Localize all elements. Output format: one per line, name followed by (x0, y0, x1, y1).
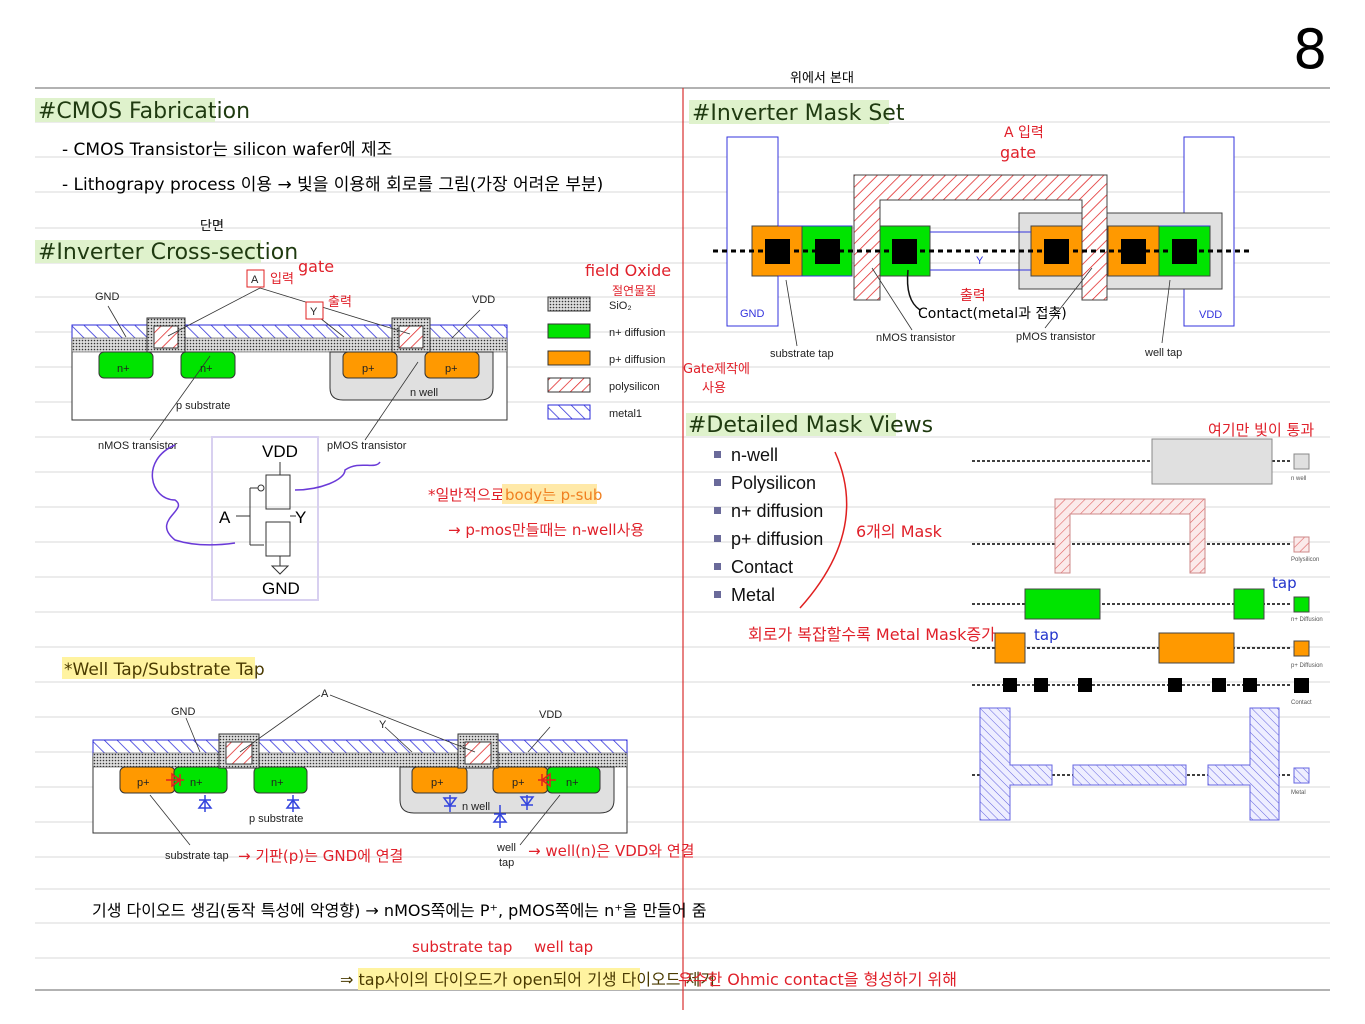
mask-views (972, 438, 1310, 821)
insulator-note: 절연물질 (612, 284, 656, 298)
body-note-highlight: body는 p-sub (505, 486, 602, 504)
mask-item-n-well: n-well (731, 445, 778, 465)
fabrication-bullet: - Lithograpy process 이용 → 빛을 이용해 회로를 그림(… (62, 175, 603, 195)
legend-contact: Contact (1291, 700, 1312, 706)
tap-label: tap (499, 857, 514, 869)
ohmic-contact-note: 우수한 Ohmic contact을 형성하기 위해 (678, 970, 957, 989)
fabrication-title: #CMOS Fabrication (38, 99, 250, 124)
inverter-schematic (151, 436, 381, 601)
legend-n-well: n well (1291, 476, 1306, 482)
n-plus-label: n+ (190, 777, 203, 789)
a-label: A (321, 688, 329, 700)
p-plus-label: p+ (512, 777, 525, 789)
gnd-label: GND (95, 291, 120, 303)
substrate-tap-note: substrate tap (412, 938, 512, 956)
well-label: well (496, 842, 516, 854)
mask-item-contact: Contact (731, 557, 793, 577)
n-plus-label: n+ (271, 777, 284, 789)
tap-note: tap (1034, 626, 1059, 644)
mask-set-title: #Inverter Mask Set (692, 101, 905, 126)
legend-sio2: SiO₂ (609, 300, 632, 312)
y-label: Y (310, 306, 318, 318)
mask-count-note: 6개의 Mask (856, 522, 943, 541)
schematic-vdd: VDD (262, 442, 298, 461)
n-plus-label: n+ (117, 363, 130, 375)
substrate-gnd-note: → 기판(p)는 GND에 연결 (238, 847, 403, 865)
mask-set-note: 위에서 본대 (790, 71, 854, 86)
p-plus-label: p+ (445, 363, 458, 375)
n-plus-label: n+ (200, 363, 213, 375)
well-tap-note: well tap (534, 938, 593, 956)
p-substrate-label: p substrate (249, 813, 303, 825)
mask-item-polysilicon: Polysilicon (731, 473, 816, 493)
input-note: 입력 (270, 272, 294, 287)
mask-list (714, 451, 721, 598)
p-plus-label: p+ (362, 363, 375, 375)
contact-note: Contact(metal과 접촉) (918, 306, 1067, 322)
gnd-label: GND (171, 706, 196, 718)
substrate-tap-label: substrate tap (165, 850, 229, 862)
legend-metal: Metal (1291, 790, 1306, 796)
vdd-label: VDD (472, 294, 495, 306)
output-note: 출력 (960, 288, 986, 304)
n-well-label: n well (410, 387, 438, 399)
use-note: 사용 (702, 381, 726, 396)
note-page: 8 #CMOS Fabrication - CMOS Transistor는 s… (35, 18, 1330, 1010)
output-note: 출력 (328, 295, 352, 310)
diode-removal-note: ⇒ tap사이의 다이오드가 open되어 기생 다이오드 제거 (340, 970, 715, 989)
well-tap-title: *Well Tap/Substrate Tap (64, 660, 265, 680)
page-number: 8 (1293, 18, 1327, 81)
legend-n-diffusion: n+ diffusion (609, 327, 665, 339)
legend-p-diffusion: p+ Diffusion (1291, 663, 1323, 669)
legend-metal1: metal1 (609, 408, 642, 420)
legend-polysilicon: polysilicon (609, 381, 660, 393)
substrate-tap-label: substrate tap (770, 348, 834, 360)
cross-section-diagram (71, 287, 508, 441)
vdd-rail-label: VDD (1199, 309, 1222, 321)
light-note: 여기만 빛이 통과 (1208, 421, 1314, 439)
legend-n-diffusion: n+ Diffusion (1291, 617, 1323, 623)
a-input-note: A 입력 (1004, 125, 1044, 141)
mask-item-p-diffusion: p+ diffusion (731, 529, 823, 549)
gate-note: gate (298, 257, 334, 276)
schematic-a: A (219, 508, 231, 527)
well-tap-label: well tap (1144, 347, 1182, 359)
detailed-title: #Detailed Mask Views (688, 413, 933, 438)
gate-making-note: Gate제작에 (683, 362, 750, 377)
legend-polysilicon: Polysilicon (1291, 557, 1319, 563)
a-label: A (251, 274, 259, 286)
schematic-y: Y (295, 508, 306, 527)
schematic-gnd: GND (262, 579, 300, 598)
layer-legend (547, 296, 591, 420)
cross-section-note: 단면 (200, 219, 224, 234)
p-substrate-label: p substrate (176, 400, 230, 412)
metal-note: 회로가 복잡할수록 Metal Mask증가 (748, 625, 996, 644)
pmos-label: pMOS transistor (327, 440, 407, 452)
p-plus-label: p+ (431, 777, 444, 789)
y-output-label: Y (976, 255, 984, 267)
mask-item-metal: Metal (731, 585, 775, 605)
gnd-rail-label: GND (740, 308, 765, 320)
n-well-label: n well (462, 801, 490, 813)
pmos-nwell-note: → p-mos만들때는 n-well사용 (448, 521, 644, 539)
body-note: *일반적으로 (428, 486, 505, 504)
cross-section-title: #Inverter Cross-section (38, 240, 298, 265)
gate-note: gate (1000, 143, 1036, 162)
mask-item-n-diffusion: n+ diffusion (731, 501, 823, 521)
p-plus-label: p+ (137, 777, 150, 789)
well-vdd-note: → well(n)은 VDD와 연결 (528, 842, 694, 860)
pmos-label: pMOS transistor (1016, 331, 1096, 343)
fabrication-bullet: - CMOS Transistor는 silicon wafer에 제조 (62, 140, 392, 160)
vdd-label: VDD (539, 709, 562, 721)
nmos-label: nMOS transistor (876, 332, 956, 344)
tap-note: tap (1272, 574, 1297, 592)
y-label: Y (379, 719, 387, 731)
parasitic-diode-note: 기생 다이오드 생김(동작 특성에 악영향) → nMOS쪽에는 P⁺, pMO… (92, 901, 706, 920)
n-plus-label: n+ (566, 777, 579, 789)
field-oxide-note: field Oxide (585, 261, 671, 280)
legend-p-diffusion: p+ diffusion (609, 354, 665, 366)
